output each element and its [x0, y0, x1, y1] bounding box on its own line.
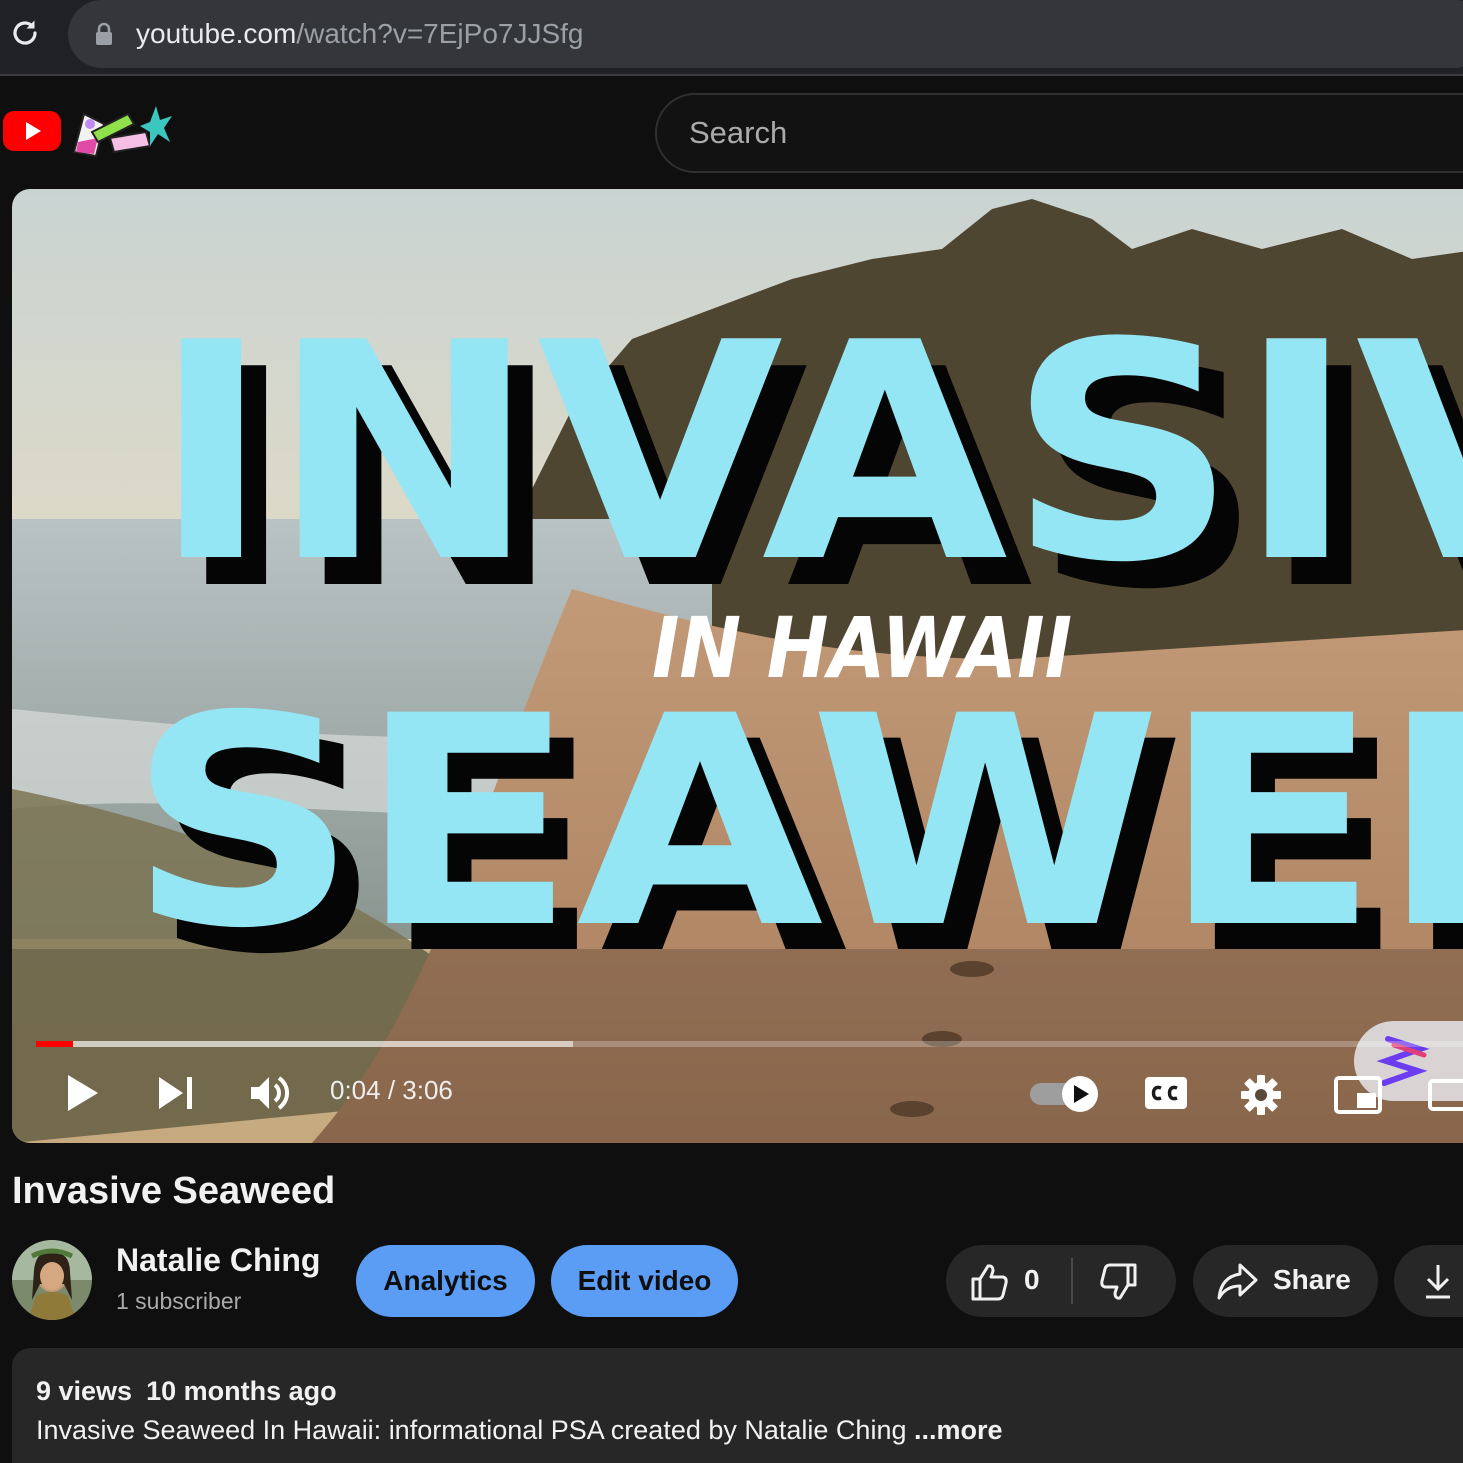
theater-mode-icon[interactable] — [1426, 1075, 1463, 1115]
subscriber-count: 1 subscriber — [116, 1288, 242, 1314]
reload-icon[interactable] — [8, 16, 42, 50]
description-meta: 9 views 10 months ago — [36, 1376, 337, 1407]
url-path: /watch?v=7EjPo7JJSfg — [296, 18, 584, 49]
video-title: Invasive Seaweed — [12, 1170, 336, 1212]
description-snippet: Invasive Seaweed In Hawaii: informationa… — [36, 1415, 914, 1445]
share-label: Share — [1273, 1264, 1351, 1295]
progress-buffered — [36, 1041, 574, 1047]
url-text[interactable]: youtube.com/watch?v=7EjPo7JJSfg — [136, 14, 584, 54]
volume-icon[interactable] — [248, 1073, 292, 1113]
youtube-header — [0, 78, 1463, 188]
video-player[interactable]: INVASIV INVASIV IN HAWAII SEAWEE SEAWEE … — [12, 189, 1463, 1143]
captions-icon[interactable] — [1142, 1075, 1190, 1111]
channel-avatar[interactable] — [12, 1240, 92, 1320]
more-link[interactable]: ...more — [914, 1415, 1003, 1445]
autoplay-toggle[interactable] — [1028, 1075, 1102, 1113]
progress-played — [36, 1041, 74, 1047]
channel-name[interactable]: Natalie Ching — [116, 1242, 320, 1279]
like-divider — [1071, 1258, 1073, 1304]
miniplayer-icon[interactable] — [1332, 1075, 1384, 1115]
dislike-icon[interactable] — [1096, 1260, 1142, 1304]
browser-toolbar: youtube.com/watch?v=7EjPo7JJSfg — [0, 0, 1463, 76]
analytics-button[interactable]: Analytics — [356, 1245, 535, 1317]
like-icon[interactable] — [966, 1260, 1012, 1304]
next-icon[interactable] — [156, 1073, 196, 1113]
share-arrow-icon — [1214, 1258, 1260, 1304]
video-headline-overlay: INVASIV INVASIV IN HAWAII SEAWEE SEAWEE — [128, 279, 1463, 1018]
youtube-logo-icon[interactable] — [3, 111, 61, 151]
play-icon[interactable] — [60, 1071, 104, 1115]
headline-top: INVASIV — [152, 279, 1463, 628]
view-count: 9 views — [36, 1376, 133, 1406]
url-host: youtube.com — [136, 18, 297, 49]
search-input[interactable] — [689, 109, 1389, 157]
edit-video-button[interactable]: Edit video — [551, 1245, 738, 1317]
download-icon — [1420, 1260, 1456, 1302]
description-text: Invasive Seaweed In Hawaii: informationa… — [36, 1415, 1003, 1446]
settings-gear-icon[interactable] — [1238, 1073, 1284, 1117]
like-count: 0 — [1024, 1264, 1040, 1295]
progress-bar[interactable] — [36, 1041, 1463, 1047]
upload-age: 10 months ago — [146, 1376, 337, 1406]
time-display: 0:04 / 3:06 — [330, 1075, 453, 1105]
lock-icon[interactable] — [94, 22, 114, 46]
headline-bottom: SEAWEE — [128, 655, 1463, 992]
search-box[interactable] — [655, 93, 1463, 173]
doodle-icon[interactable] — [70, 102, 174, 158]
